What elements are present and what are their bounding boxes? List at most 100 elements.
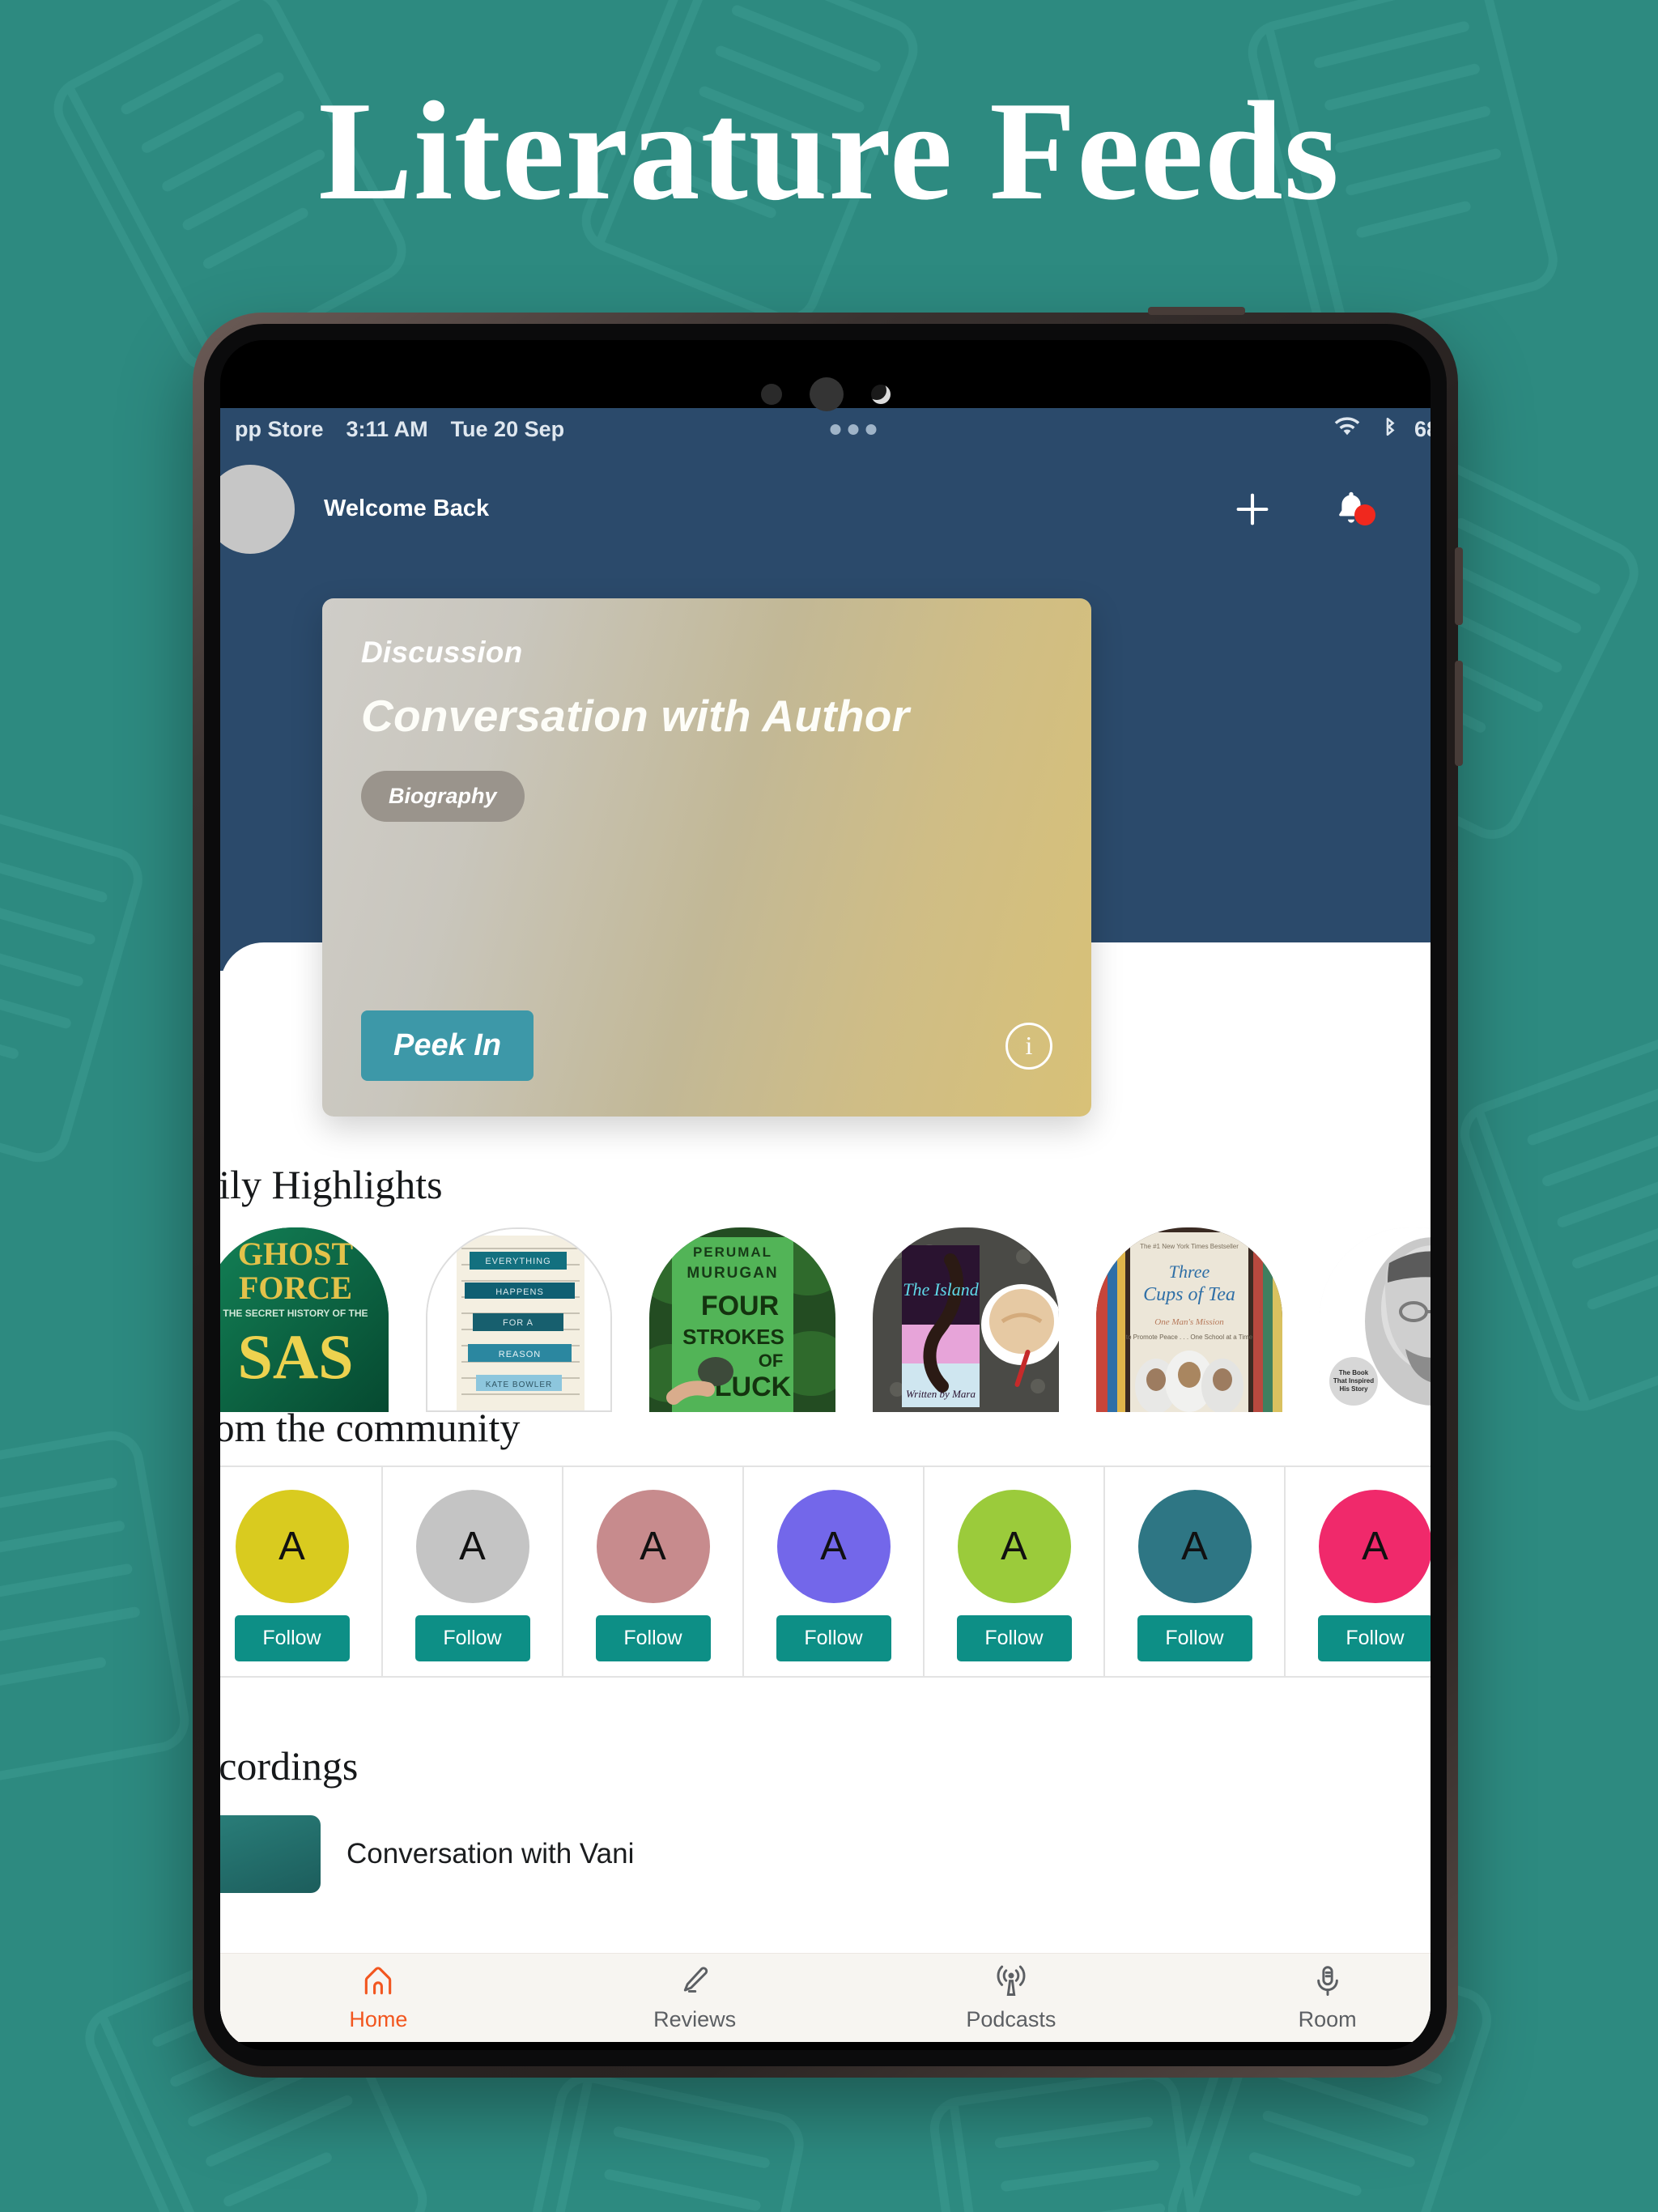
book-the-island[interactable]: The Island Written by Mara (873, 1227, 1059, 1412)
tab-room-label: Room (1298, 2007, 1357, 2031)
svg-text:to Promote Peace . . . One Sch: to Promote Peace . . . One School at a T… (1126, 1334, 1253, 1341)
tab-home[interactable]: Home (220, 1954, 537, 2042)
avatar[interactable] (220, 464, 295, 554)
welcome-greeting: Welcome Back (324, 496, 490, 521)
discussion-card-eyebrow: Discussion (361, 636, 523, 669)
daily-highlights-carousel[interactable]: GHOST FORCE THE SECRET HISTORY OF THE SA… (220, 1227, 1431, 1412)
discussion-card-title: Conversation with Author (361, 691, 910, 741)
follow-button[interactable]: Follow (234, 1615, 350, 1661)
header-actions (1231, 488, 1431, 530)
status-date: Tue 20 Sep (450, 416, 565, 441)
recordings-heading: ecordings (220, 1743, 359, 1789)
camera-sensor-icon (870, 385, 891, 404)
app-screen: pp Store 3:11 AM Tue 20 Sep 6 Welcome Ba… (220, 408, 1431, 2042)
follow-button[interactable]: Follow (956, 1615, 1072, 1661)
svg-text:FOR A: FOR A (503, 1318, 534, 1328)
home-icon (360, 1963, 396, 1999)
battery-percentage: 68% (1414, 416, 1431, 441)
svg-text:Cups of Tea: Cups of Tea (1143, 1284, 1235, 1305)
community-heading: rom the community (220, 1405, 521, 1450)
community-member-5[interactable]: A Follow (925, 1467, 1105, 1676)
recordings-section: ecordings Conversation with Vani (220, 1742, 1431, 1893)
svg-text:GHOST: GHOST (238, 1236, 354, 1272)
camera-dot-small-icon (760, 384, 782, 405)
svg-text:FORCE: FORCE (239, 1270, 352, 1306)
status-time: 3:11 AM (346, 416, 428, 441)
svg-text:One Man's Mission: One Man's Mission (1154, 1317, 1224, 1327)
svg-text:The Island: The Island (903, 1279, 980, 1300)
svg-text:FOUR: FOUR (701, 1291, 779, 1321)
follow-button[interactable]: Follow (595, 1615, 711, 1661)
notification-badge (1354, 504, 1375, 525)
info-icon[interactable]: i (1005, 1022, 1052, 1070)
community-member-3[interactable]: A Follow (563, 1467, 744, 1676)
wifi-icon (1333, 416, 1361, 443)
recording-title: Conversation with Vani (346, 1838, 635, 1870)
book-four-strokes-of-luck[interactable]: PERUMAL MURUGAN FOUR STROKES OF LUCK (649, 1227, 835, 1412)
svg-text:PERUMAL: PERUMAL (693, 1244, 772, 1260)
discussion-card-footer: Peek In i (361, 1010, 1052, 1081)
daily-highlights-section: aily Highlights GHOST FORCE THE SECRET H… (220, 1161, 1431, 1412)
volume-down-button[interactable] (1455, 661, 1463, 766)
follow-button[interactable]: Follow (1317, 1615, 1431, 1661)
community-avatar: A (415, 1490, 529, 1603)
svg-text:KATE BOWLER: KATE BOWLER (486, 1380, 553, 1389)
discussion-card[interactable]: Discussion Conversation with Author Biog… (322, 598, 1091, 1117)
community-member-2[interactable]: A Follow (383, 1467, 563, 1676)
community-member-4[interactable]: A Follow (744, 1467, 925, 1676)
community-carousel[interactable]: A Follow A Follow A Follow A Follow A Fo… (220, 1467, 1431, 1676)
community-avatar: A (1137, 1490, 1252, 1603)
svg-text:Three: Three (1169, 1261, 1210, 1282)
bottom-tab-bar: Home Reviews Podcasts Room (220, 1953, 1431, 2042)
status-app-name: pp Store (235, 416, 324, 441)
svg-text:REASON: REASON (499, 1350, 541, 1359)
discussion-card-tag: Biography (361, 771, 525, 822)
svg-text:THE SECRET HISTORY OF THE: THE SECRET HISTORY OF THE (223, 1308, 368, 1319)
svg-text:His Story: His Story (1339, 1385, 1368, 1393)
page-title: Literature Feeds (318, 72, 1340, 229)
camera-dot-large-icon (809, 377, 844, 411)
follow-button[interactable]: Follow (776, 1615, 891, 1661)
multitask-dot-3 (865, 423, 876, 435)
community-avatar: A (776, 1490, 891, 1603)
tab-reviews[interactable]: Reviews (537, 1954, 853, 2042)
book-everything-happens[interactable]: EVERYTHING HAPPENS FOR A REASON KATE BOW… (426, 1227, 612, 1412)
daily-highlights-heading: aily Highlights (220, 1162, 443, 1207)
multitask-dot-2 (848, 423, 858, 435)
bell-icon[interactable] (1332, 488, 1375, 530)
app-header: Welcome Back (220, 450, 1431, 568)
follow-button[interactable]: Follow (1137, 1615, 1252, 1661)
peek-in-button[interactable]: Peek In (361, 1010, 534, 1081)
community-member-7[interactable]: A Follow (1286, 1467, 1431, 1676)
tab-reviews-label: Reviews (653, 2007, 737, 2031)
svg-text:The Book: The Book (1339, 1369, 1369, 1376)
svg-text:HAPPENS: HAPPENS (495, 1287, 544, 1297)
power-button[interactable] (1148, 307, 1245, 315)
svg-text:SAS: SAS (237, 1321, 353, 1392)
tab-podcasts[interactable]: Podcasts (853, 1954, 1170, 2042)
tab-room[interactable]: Room (1169, 1954, 1431, 2042)
book-three-cups-of-tea[interactable]: The #1 New York Times Bestseller Three C… (1096, 1227, 1282, 1412)
broadcast-icon (993, 1963, 1029, 1999)
pencil-icon (677, 1963, 712, 1999)
svg-text:MURUGAN: MURUGAN (687, 1265, 778, 1282)
community-avatar: A (596, 1490, 710, 1603)
volume-up-button[interactable] (1455, 547, 1463, 625)
community-avatar: A (235, 1490, 349, 1603)
svg-text:EVERYTHING: EVERYTHING (485, 1257, 551, 1266)
device-screen-bezel: pp Store 3:11 AM Tue 20 Sep 6 Welcome Ba… (220, 340, 1431, 2050)
multitask-indicator[interactable] (830, 423, 876, 435)
community-avatar: A (957, 1490, 1071, 1603)
bluetooth-icon (1377, 416, 1398, 443)
svg-text:Written by Mara: Written by Mara (906, 1388, 976, 1400)
community-member-1[interactable]: A Follow (220, 1467, 383, 1676)
multitask-dot-1 (830, 423, 840, 435)
community-member-6[interactable]: A Follow (1105, 1467, 1286, 1676)
book-ghost-force-sas[interactable]: GHOST FORCE THE SECRET HISTORY OF THE SA… (220, 1227, 389, 1412)
status-bar-right: 68% (1333, 416, 1431, 443)
follow-button[interactable]: Follow (414, 1615, 530, 1661)
microphone-icon (1310, 1963, 1346, 1999)
plus-icon[interactable] (1231, 488, 1273, 530)
recording-list-item[interactable]: Conversation with Vani (220, 1815, 1431, 1893)
book-steve-jobs[interactable]: The Book That Inspired His Story (1320, 1227, 1431, 1412)
